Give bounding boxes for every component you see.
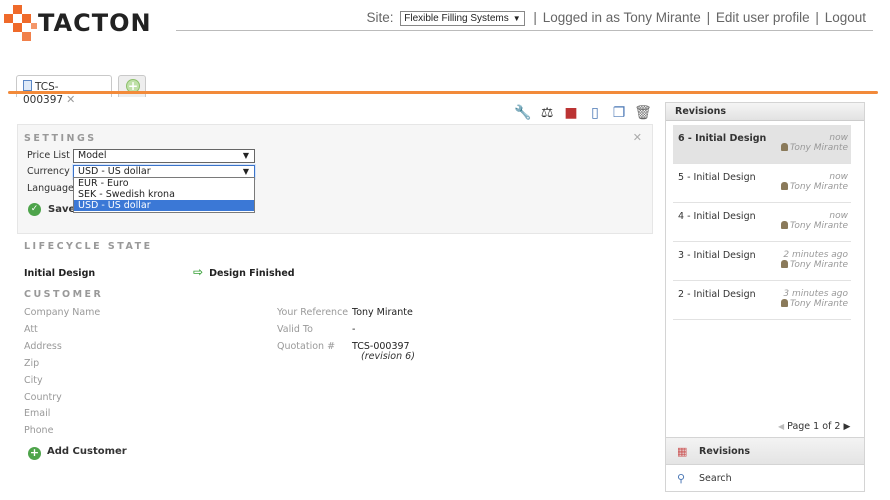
logo-wordmark: TACTON [38,9,152,37]
currency-option[interactable]: SEK - Swedish krona [74,189,254,200]
zip-label: Zip [24,358,40,369]
revision-item[interactable]: 3 - Initial Design 2 minutes ago Tony Mi… [673,242,851,281]
revision-item[interactable]: 5 - Initial Design now Tony Mirante [673,164,851,203]
revision-time: now [829,133,848,143]
calendar-icon: ▦ [677,445,688,458]
transition-link[interactable]: ⇨ Design Finished [193,265,295,279]
plus-icon: + [28,446,41,460]
company-name-label: Company Name [24,307,101,318]
your-reference-value: Tony Mirante [352,307,413,318]
search-icon: ⚲ [677,472,686,485]
address-label: Address [24,341,62,352]
header: TACTON Site: Flexible Filling Systems ▼ |… [0,0,890,60]
accordion-label: Revisions [699,446,751,457]
accordion-revisions[interactable]: ▦ Revisions [665,437,865,465]
price-list-select[interactable]: Model ▼ [73,149,255,163]
scale-icon[interactable]: ⚖ [538,104,556,122]
logged-in-text: Logged in as Tony Mirante [542,10,701,25]
revision-time: 3 minutes ago [783,289,848,299]
revision-name: 3 - Initial Design [678,250,756,261]
prev-page-icon[interactable]: ◀ [778,422,784,431]
top-links: Site: Flexible Filling Systems ▼ | Logged… [366,10,866,26]
revision-user: Tony Mirante [780,260,848,270]
revision-name: 2 - Initial Design [678,289,756,300]
user-icon [780,143,788,151]
currency-dropdown: EUR - Euro SEK - Swedish krona USD - US … [73,177,255,213]
revision-name: 5 - Initial Design [678,172,756,183]
close-icon[interactable]: ✕ [633,131,642,144]
user-icon [780,182,788,190]
revision-time: 2 minutes ago [783,250,848,260]
add-customer-button[interactable]: + Add Customer [28,446,127,460]
pager-label: Page 1 of 2 [787,421,841,432]
quotation-label: Quotation # [277,341,336,352]
settings-title: SETTINGS [24,133,97,144]
check-icon: ✓ [28,203,41,216]
accordion-label: Search [699,473,732,484]
document-icon[interactable]: ▯ [586,104,604,122]
arrow-right-icon: ⇨ [193,265,204,279]
phone-label: Phone [24,425,54,436]
revision-item[interactable]: 2 - Initial Design 3 minutes ago Tony Mi… [673,281,851,320]
revision-time: now [829,172,848,182]
transition-label: Design Finished [209,268,295,279]
currency-option[interactable]: EUR - Euro [74,178,254,189]
language-label: Language [27,183,74,194]
tab-underline [8,91,878,94]
user-icon [780,260,788,268]
chevron-down-icon: ▼ [242,151,249,160]
country-label: Country [24,392,62,403]
revision-time: now [829,211,848,221]
currency-option-selected[interactable]: USD - US dollar [74,200,254,211]
revision-user: Tony Mirante [780,143,848,153]
revision-item[interactable]: 4 - Initial Design now Tony Mirante [673,203,851,242]
tacton-logo[interactable]: TACTON [4,4,164,48]
revision-name: 6 - Initial Design [678,133,767,144]
lifecycle-state: Initial Design [24,268,96,279]
accordion-search[interactable]: ⚲ Search [665,464,865,492]
user-icon [780,299,788,307]
site-label: Site: [366,10,394,25]
revision-user: Tony Mirante [780,221,848,231]
logout-link[interactable]: Logout [825,10,866,25]
currency-label: Currency [27,166,70,177]
revision-name: 4 - Initial Design [678,211,756,222]
lifecycle-title: LIFECYCLE STATE [24,241,153,252]
revisions-pager: ◀ Page 1 of 2 ▶ [778,421,850,432]
valid-to-value: - [352,324,356,335]
save-button[interactable]: Save [48,204,75,215]
email-label: Email [24,408,51,419]
edit-profile-link[interactable]: Edit user profile [716,10,810,25]
revisions-panel: Revisions 6 - Initial Design now Tony Mi… [665,102,865,492]
header-divider [176,30,873,31]
price-list-label: Price List [27,150,70,161]
revisions-header: Revisions [666,103,864,121]
user-icon [780,221,788,229]
add-customer-label: Add Customer [47,446,127,457]
currency-value: USD - US dollar [78,166,151,177]
revision-user: Tony Mirante [780,182,848,192]
site-select[interactable]: Flexible Filling Systems ▼ [400,10,525,26]
your-reference-label: Your Reference [277,307,349,318]
city-label: City [24,375,43,386]
quotation-revision: (revision 6) [361,351,415,362]
revision-user: Tony Mirante [780,299,848,309]
trash-icon[interactable]: 🗑 [634,104,652,122]
copy-icon[interactable]: ❐ [610,104,628,122]
wrench-icon[interactable]: 🔧 [514,104,532,122]
att-label: Att [24,324,38,335]
customer-title: CUSTOMER [24,289,104,300]
next-page-icon[interactable]: ▶ [843,422,850,432]
site-select-value: Flexible Filling Systems [404,12,509,24]
revision-item[interactable]: 6 - Initial Design now Tony Mirante [673,125,851,164]
close-icon[interactable]: ✕ [66,93,75,106]
valid-to-label: Valid To [277,324,313,335]
chevron-down-icon: ▼ [512,13,521,23]
document-icon [23,80,32,91]
price-list-value: Model [78,150,107,161]
package-icon[interactable]: ■ [562,104,580,122]
